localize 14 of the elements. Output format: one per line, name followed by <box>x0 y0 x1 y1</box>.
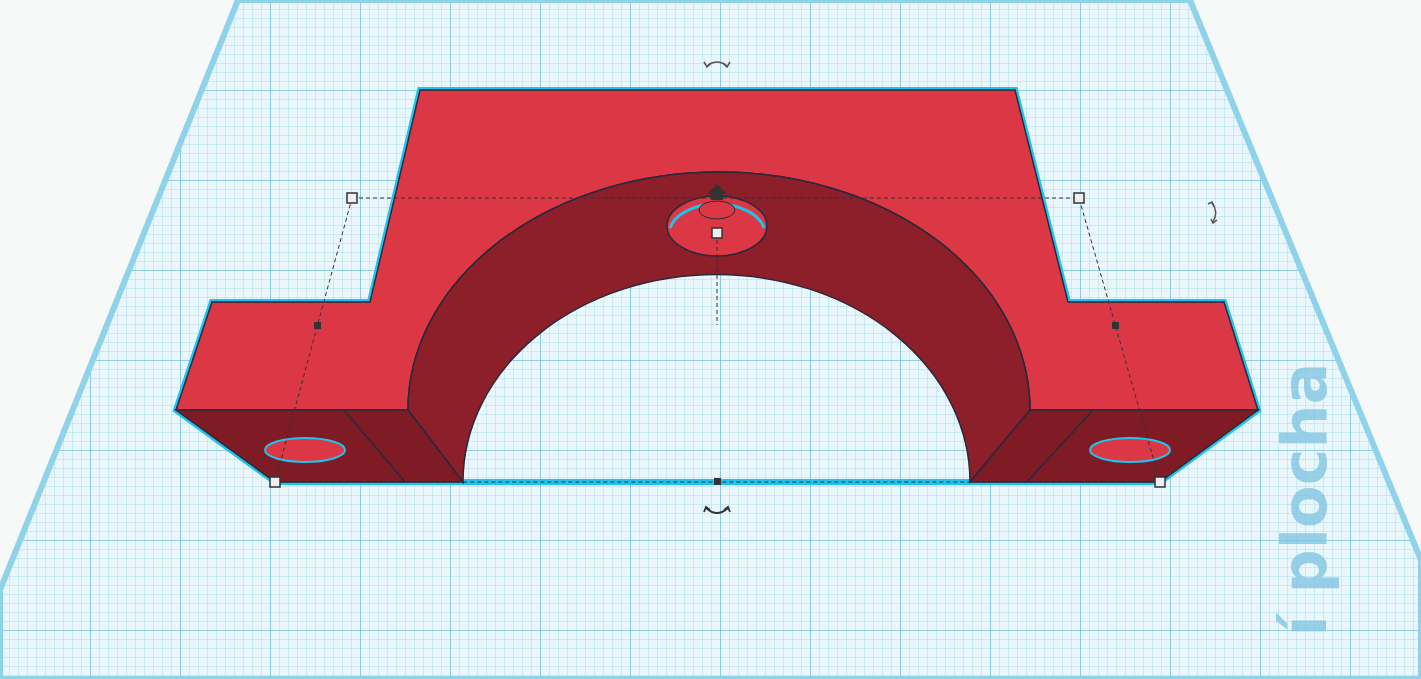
lift-arrow-icon[interactable] <box>707 184 727 200</box>
rotate-arrow-icon[interactable] <box>703 61 731 69</box>
rotate-arrow-icon[interactable] <box>703 505 731 514</box>
corner-handle[interactable] <box>269 476 281 488</box>
corner-handle[interactable] <box>346 192 358 204</box>
rotate-arrow-icon[interactable] <box>1207 201 1218 225</box>
edge-handle[interactable] <box>314 322 321 329</box>
height-handle[interactable] <box>711 227 723 239</box>
corner-handle[interactable] <box>1073 192 1085 204</box>
workplane-label: í plocha <box>1268 362 1342 637</box>
edge-handle[interactable] <box>1112 322 1119 329</box>
edge-handle[interactable] <box>714 478 721 485</box>
corner-handle[interactable] <box>1154 476 1166 488</box>
arch-bracket-model[interactable] <box>172 87 1262 485</box>
